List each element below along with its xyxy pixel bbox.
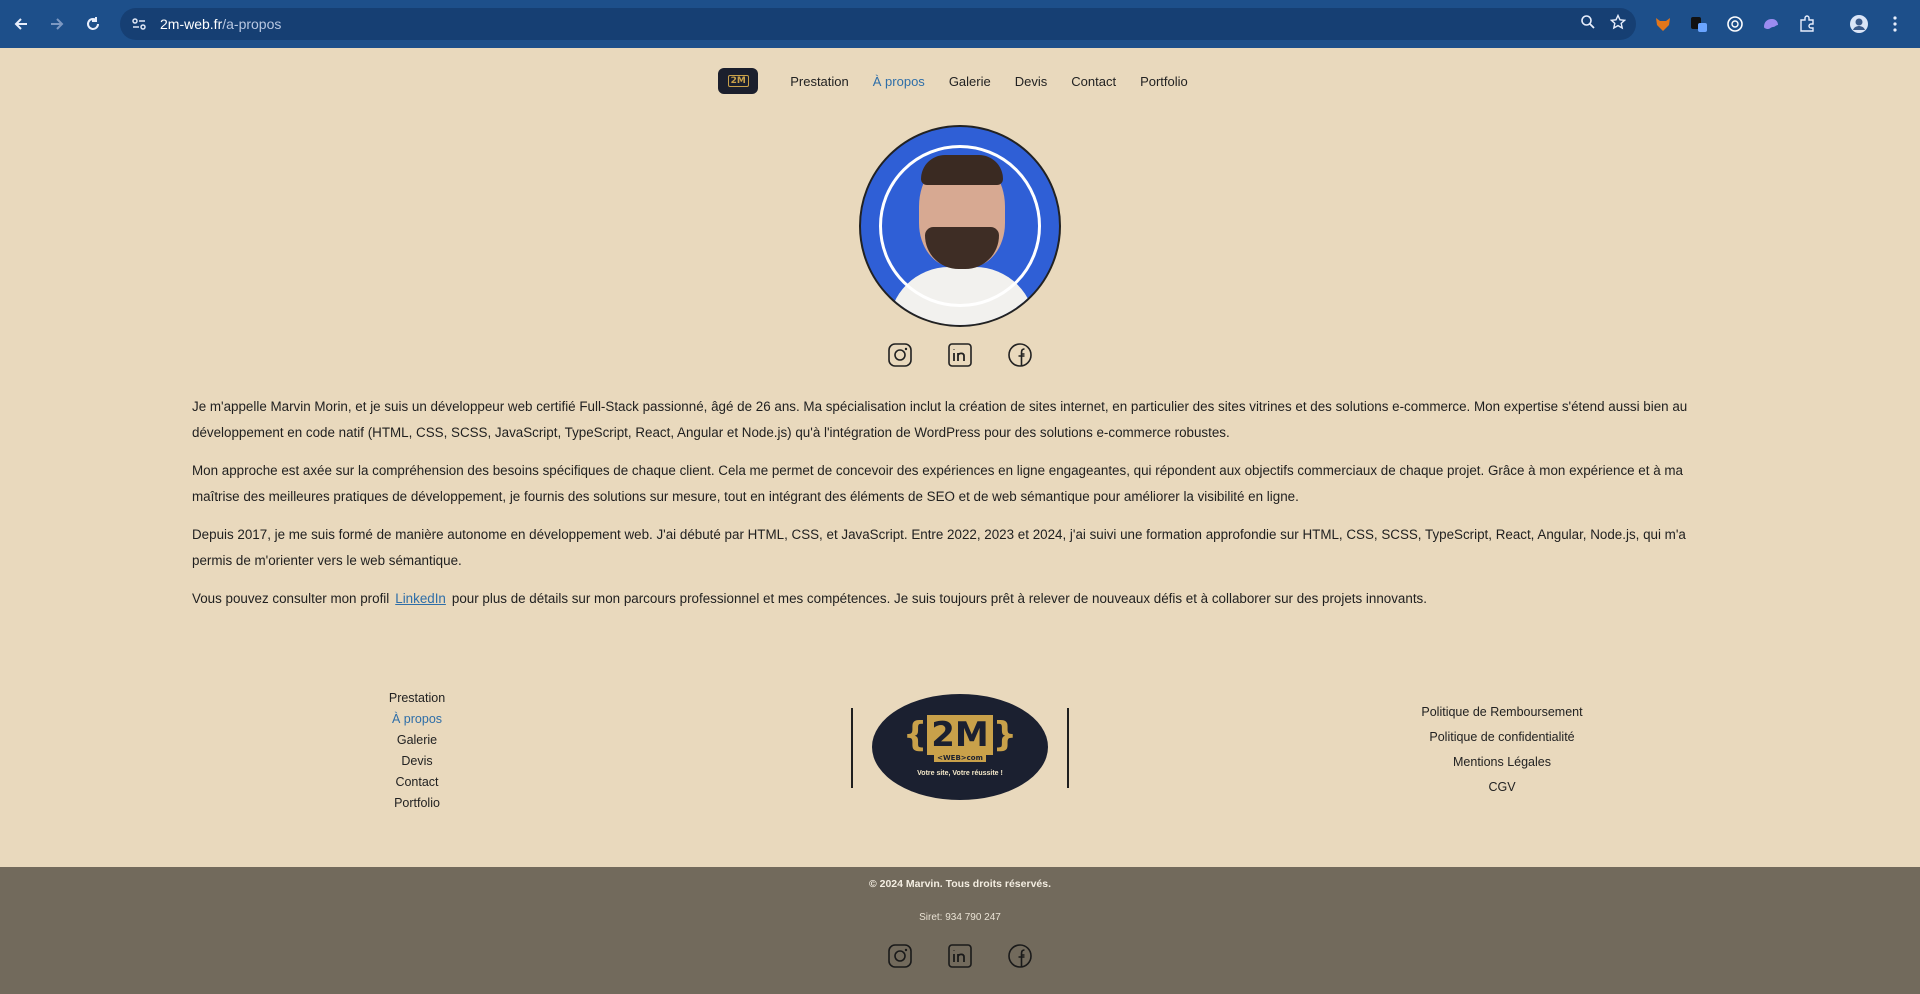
footer-divider-right: [1067, 708, 1069, 788]
about-p4-after: pour plus de détails sur mon parcours pr…: [451, 591, 1427, 606]
facebook-icon[interactable]: [1007, 342, 1033, 368]
footer-divider-left: [851, 708, 853, 788]
about-paragraph-1: Je m'appelle Marvin Morin, et je suis un…: [192, 399, 1688, 440]
footer-nav-contact[interactable]: Contact: [395, 772, 438, 793]
footer-logo[interactable]: {2M} <WEB>com Votre site, Votre réussite…: [872, 694, 1048, 800]
logo-2m: 2M: [927, 714, 993, 755]
site-settings-icon[interactable]: [126, 11, 152, 37]
legal-cgv[interactable]: CGV: [1488, 775, 1515, 800]
browser-menu-icon[interactable]: [1882, 11, 1908, 37]
profile-area: [1846, 9, 1908, 39]
nav-prestation[interactable]: Prestation: [790, 74, 849, 89]
linkedin-icon[interactable]: [947, 342, 973, 368]
profile-photo: [859, 125, 1061, 327]
browser-toolbar: 2m-web.fr/a-propos: [0, 0, 1920, 48]
copyright-text: © 2024 Marvin. Tous droits réservés.: [868, 878, 1052, 890]
zoom-icon[interactable]: [1580, 14, 1596, 34]
legal-mentions[interactable]: Mentions Légales: [1453, 750, 1551, 775]
footer-social-links: [0, 943, 1920, 969]
facebook-icon[interactable]: [1007, 943, 1033, 969]
footer-logo-tagline: Votre site, Votre réussite !: [917, 769, 1003, 777]
footer-logo-mark: {2M}: [903, 714, 1017, 755]
fox-extension-icon[interactable]: [1650, 11, 1676, 37]
legal-confidentialite[interactable]: Politique de confidentialité: [1429, 725, 1574, 750]
nav-a-propos[interactable]: À propos: [873, 74, 925, 89]
url-domain: 2m-web.fr: [160, 16, 223, 32]
site-navigation: 2M Prestation À propos Galerie Devis Con…: [0, 68, 1920, 94]
reload-icon[interactable]: [78, 9, 108, 39]
chatgpt-extension-icon[interactable]: [1722, 11, 1748, 37]
instagram-icon[interactable]: [887, 943, 913, 969]
legal-remboursement[interactable]: Politique de Remboursement: [1421, 700, 1582, 725]
logo-brace-right: }: [992, 714, 1017, 755]
puzzle-icon[interactable]: [1794, 11, 1820, 37]
about-paragraph-2: Mon approche est axée sur la compréhensi…: [192, 463, 1683, 504]
toggle-extension-icon[interactable]: [1686, 11, 1712, 37]
footer-nav-portfolio[interactable]: Portfolio: [394, 793, 440, 814]
about-paragraph-4: Vous pouvez consulter mon profil LinkedIn…: [192, 586, 1728, 612]
photo-ring: [879, 145, 1041, 307]
logo-brace-left: {: [903, 714, 928, 755]
nav-portfolio[interactable]: Portfolio: [1140, 74, 1188, 89]
linkedin-link[interactable]: LinkedIn: [395, 591, 446, 606]
footer-navigation: Prestation À propos Galerie Devis Contac…: [370, 688, 464, 814]
address-bar[interactable]: 2m-web.fr/a-propos: [120, 8, 1636, 40]
site-logo-text: 2M: [727, 75, 749, 87]
instagram-icon[interactable]: [887, 342, 913, 368]
profile-avatar-icon[interactable]: [1846, 11, 1872, 37]
footer-legal-links: Politique de Remboursement Politique de …: [1380, 700, 1624, 800]
footer-nav-a-propos[interactable]: À propos: [392, 709, 442, 730]
nav-galerie[interactable]: Galerie: [949, 74, 991, 89]
about-p4-before: Vous pouvez consulter mon profil: [192, 591, 390, 606]
social-links: [0, 342, 1920, 368]
footer-logo-sub: <WEB>com: [934, 753, 986, 762]
about-content: Je m'appelle Marvin Morin, et je suis un…: [192, 394, 1728, 624]
ghost-extension-icon[interactable]: [1758, 11, 1784, 37]
bookmark-star-icon[interactable]: [1609, 13, 1627, 34]
extensions-area: [1650, 9, 1820, 39]
url-path: /a-propos: [222, 16, 282, 32]
nav-contact[interactable]: Contact: [1071, 74, 1116, 89]
about-paragraph-3: Depuis 2017, je me suis formé de manière…: [192, 527, 1686, 568]
siret-text: Siret: 934 790 247: [919, 912, 1001, 923]
nav-devis[interactable]: Devis: [1015, 74, 1048, 89]
forward-icon[interactable]: [42, 9, 72, 39]
url-text[interactable]: 2m-web.fr/a-propos: [160, 16, 281, 32]
footer-nav-galerie[interactable]: Galerie: [397, 730, 437, 751]
back-icon[interactable]: [6, 9, 36, 39]
footer-nav-prestation[interactable]: Prestation: [389, 688, 445, 709]
linkedin-icon[interactable]: [947, 943, 973, 969]
footer-nav-devis[interactable]: Devis: [401, 751, 432, 772]
site-logo[interactable]: 2M: [718, 68, 759, 94]
